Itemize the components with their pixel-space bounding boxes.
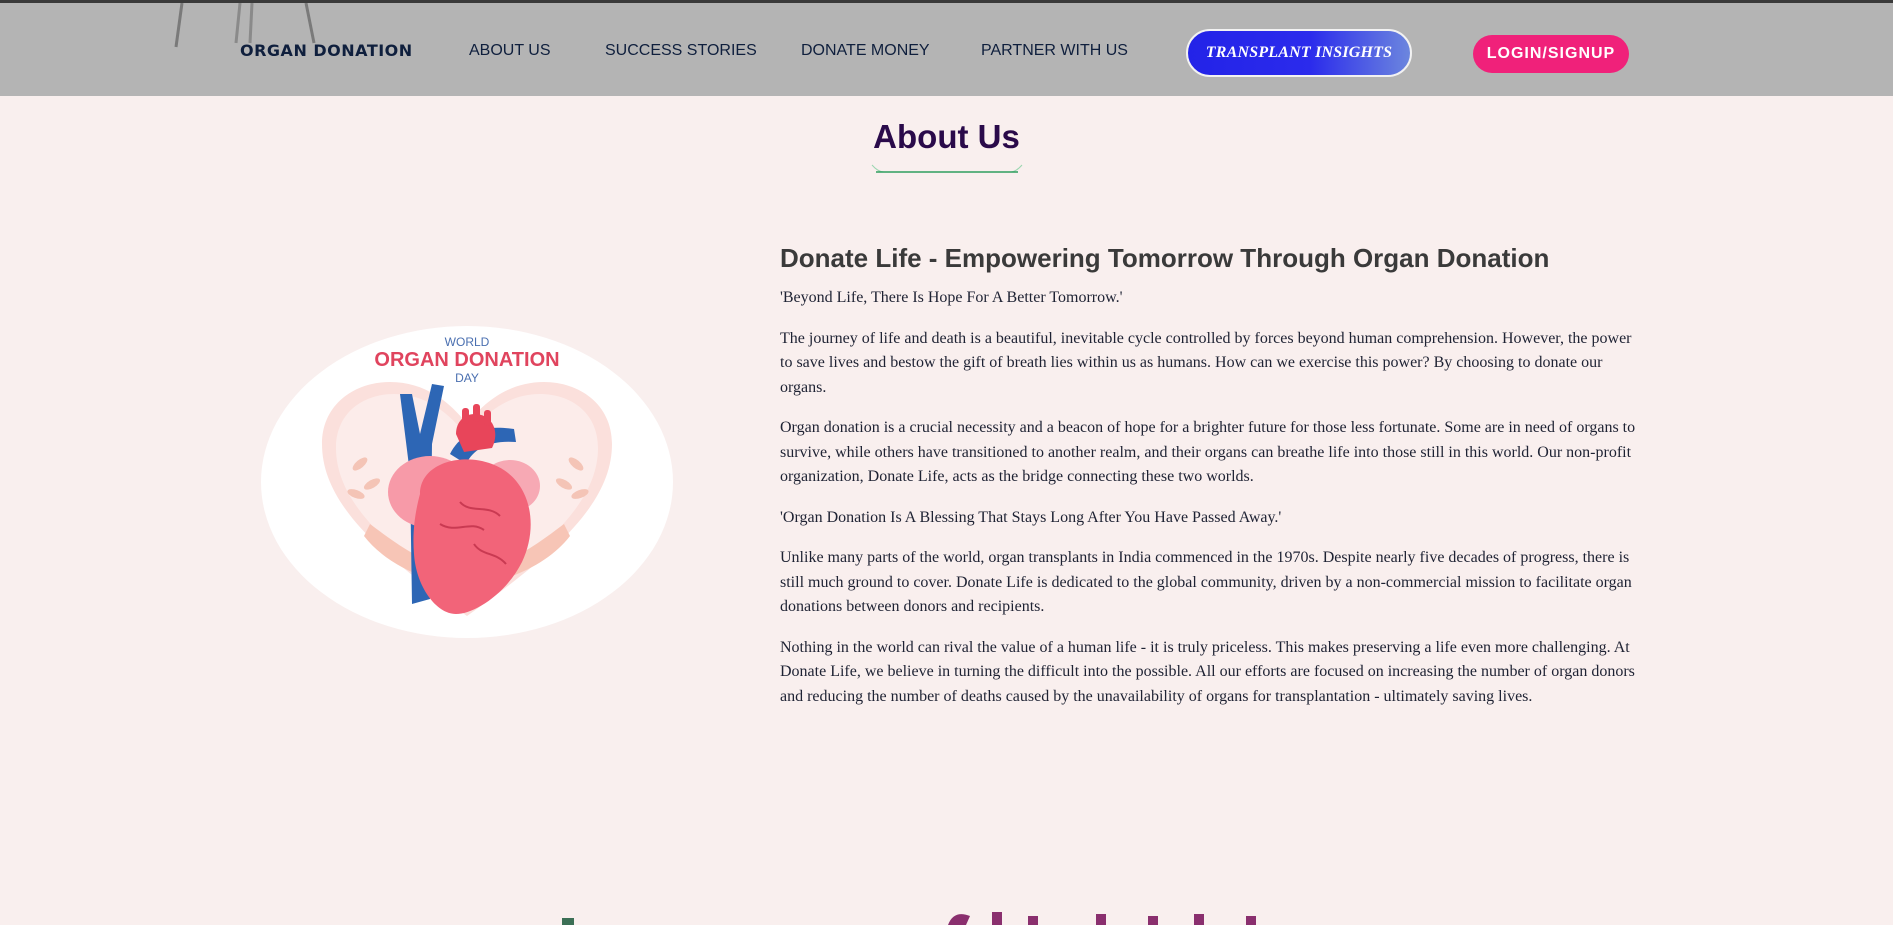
illustration-line2: ORGAN DONATION — [374, 349, 559, 371]
page: ORGAN DONATION ABOUT US SUCCESS STORIES … — [0, 0, 1893, 925]
organ-donation-day-illustration: WORLD ORGAN DONATION DAY — [261, 326, 673, 638]
title-underline — [871, 164, 1023, 173]
quote-2: 'Organ Donation Is A Blessing That Stays… — [780, 508, 1282, 526]
top-navbar: ORGAN DONATION ABOUT US SUCCESS STORIES … — [0, 0, 1893, 96]
nav-partner-with-us[interactable]: PARTNER WITH US — [981, 42, 1128, 60]
next-section-heading-partial — [562, 912, 1256, 925]
paragraph-1: The journey of life and death is a beaut… — [780, 329, 1632, 396]
nav-donate-money[interactable]: DONATE MONEY — [801, 42, 930, 60]
about-content: Donate Life - Empowering Tomorrow Throug… — [780, 243, 1638, 725]
section-title: About Us — [873, 118, 1020, 155]
illustration-line1: WORLD — [445, 335, 490, 349]
paragraph-3: Unlike many parts of the world, organ tr… — [780, 549, 1632, 615]
transplant-insights-button[interactable]: TRANSPLANT INSIGHTS — [1186, 29, 1412, 77]
nav-about-us[interactable]: ABOUT US — [469, 42, 551, 60]
paragraph-2: Organ donation is a crucial necessity an… — [780, 419, 1636, 485]
login-signup-button[interactable]: LOGIN/SIGNUP — [1473, 35, 1629, 73]
nav-success-stories[interactable]: SUCCESS STORIES — [605, 42, 757, 60]
about-heading: Donate Life - Empowering Tomorrow Throug… — [780, 243, 1550, 273]
illustration-line3: DAY — [455, 371, 479, 385]
paragraph-4: Nothing in the world can rival the value… — [780, 638, 1635, 705]
quote-1: 'Beyond Life, There Is Hope For A Better… — [780, 289, 1123, 306]
site-logo[interactable]: ORGAN DONATION — [240, 41, 413, 60]
